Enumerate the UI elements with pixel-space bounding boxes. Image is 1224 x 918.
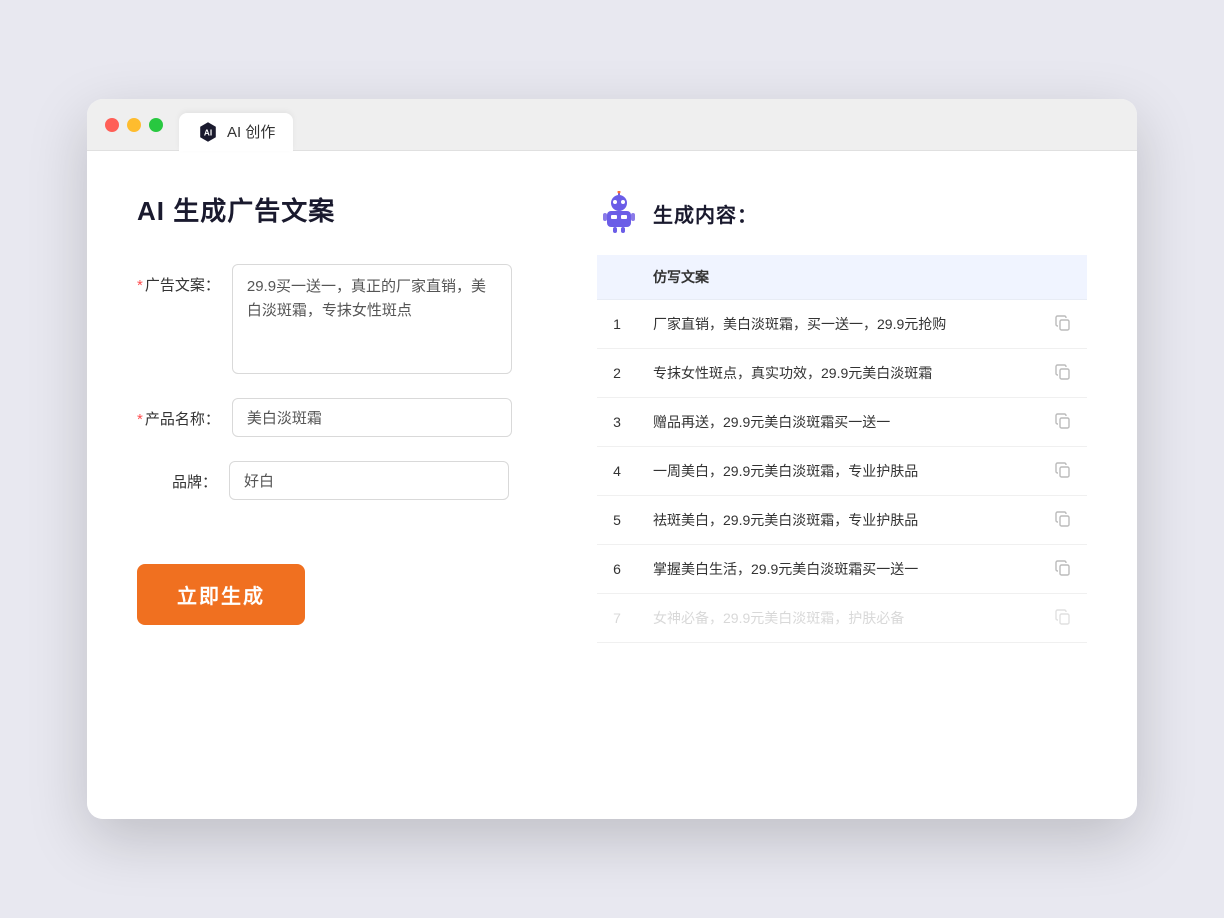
result-table: 仿写文案 1 厂家直销，美白淡斑霜，买一送一，29.9元抢购 2 专抹女性斑点，…	[597, 255, 1087, 643]
col-num-header	[597, 255, 637, 300]
result-title: 生成内容：	[653, 199, 758, 228]
row-text: 赠品再送，29.9元美白淡斑霜买一送一	[637, 398, 1039, 447]
brand-input[interactable]	[229, 461, 509, 500]
copy-button[interactable]	[1039, 594, 1087, 643]
browser-window: AI AI 创作 AI 生成广告文案 *广告文案： *产品名称：	[87, 99, 1137, 819]
robot-icon	[597, 191, 641, 235]
result-header: 生成内容：	[597, 191, 1087, 235]
maximize-button[interactable]	[149, 118, 163, 132]
row-number: 4	[597, 447, 637, 496]
copy-button[interactable]	[1039, 496, 1087, 545]
copy-icon	[1055, 511, 1071, 527]
copy-icon	[1055, 560, 1071, 576]
svg-text:AI: AI	[204, 128, 212, 137]
left-panel: AI 生成广告文案 *广告文案： *产品名称： 品牌： 立	[137, 191, 537, 779]
copy-button[interactable]	[1039, 398, 1087, 447]
close-button[interactable]	[105, 118, 119, 132]
row-text: 祛斑美白，29.9元美白淡斑霜，专业护肤品	[637, 496, 1039, 545]
required-star-ad: *	[137, 277, 143, 294]
ai-tab-icon: AI	[197, 121, 219, 143]
row-number: 6	[597, 545, 637, 594]
row-text: 厂家直销，美白淡斑霜，买一送一，29.9元抢购	[637, 300, 1039, 349]
row-text: 掌握美白生活，29.9元美白淡斑霜买一送一	[637, 545, 1039, 594]
product-name-label: *产品名称：	[137, 398, 220, 429]
col-copy-header	[1039, 255, 1087, 300]
row-number: 2	[597, 349, 637, 398]
brand-group: 品牌：	[137, 461, 537, 500]
table-header-row: 仿写文案	[597, 255, 1087, 300]
table-row: 7 女神必备，29.9元美白淡斑霜，护肤必备	[597, 594, 1087, 643]
table-row: 3 赠品再送，29.9元美白淡斑霜买一送一	[597, 398, 1087, 447]
row-text: 专抹女性斑点，真实功效，29.9元美白淡斑霜	[637, 349, 1039, 398]
row-text: 女神必备，29.9元美白淡斑霜，护肤必备	[637, 594, 1039, 643]
table-row: 5 祛斑美白，29.9元美白淡斑霜，专业护肤品	[597, 496, 1087, 545]
copy-button[interactable]	[1039, 349, 1087, 398]
ai-tab[interactable]: AI AI 创作	[179, 113, 293, 151]
copy-icon	[1055, 609, 1071, 625]
row-number: 3	[597, 398, 637, 447]
row-number: 1	[597, 300, 637, 349]
right-panel: 生成内容： 仿写文案 1 厂家直销，美白淡斑霜，买一送一，29.9元抢购	[597, 191, 1087, 779]
page-title: AI 生成广告文案	[137, 191, 537, 228]
product-name-input[interactable]	[232, 398, 512, 437]
minimize-button[interactable]	[127, 118, 141, 132]
required-star-product: *	[137, 411, 143, 428]
table-row: 1 厂家直销，美白淡斑霜，买一送一，29.9元抢购	[597, 300, 1087, 349]
row-number: 5	[597, 496, 637, 545]
copy-icon	[1055, 315, 1071, 331]
copy-icon	[1055, 364, 1071, 380]
table-row: 6 掌握美白生活，29.9元美白淡斑霜买一送一	[597, 545, 1087, 594]
tab-label: AI 创作	[227, 121, 275, 142]
copy-button[interactable]	[1039, 300, 1087, 349]
copy-icon	[1055, 462, 1071, 478]
generate-button[interactable]: 立即生成	[137, 564, 305, 625]
product-name-group: *产品名称：	[137, 398, 537, 437]
content-area: AI 生成广告文案 *广告文案： *产品名称： 品牌： 立	[87, 151, 1137, 819]
table-row: 2 专抹女性斑点，真实功效，29.9元美白淡斑霜	[597, 349, 1087, 398]
copy-button[interactable]	[1039, 545, 1087, 594]
ad-copy-label: *广告文案：	[137, 264, 220, 295]
col-text-header: 仿写文案	[637, 255, 1039, 300]
brand-label: 品牌：	[137, 461, 217, 492]
copy-button[interactable]	[1039, 447, 1087, 496]
ad-copy-group: *广告文案：	[137, 264, 537, 374]
table-row: 4 一周美白，29.9元美白淡斑霜，专业护肤品	[597, 447, 1087, 496]
traffic-lights	[105, 118, 163, 132]
ad-copy-input[interactable]	[232, 264, 512, 374]
row-number: 7	[597, 594, 637, 643]
copy-icon	[1055, 413, 1071, 429]
row-text: 一周美白，29.9元美白淡斑霜，专业护肤品	[637, 447, 1039, 496]
title-bar: AI AI 创作	[87, 99, 1137, 151]
